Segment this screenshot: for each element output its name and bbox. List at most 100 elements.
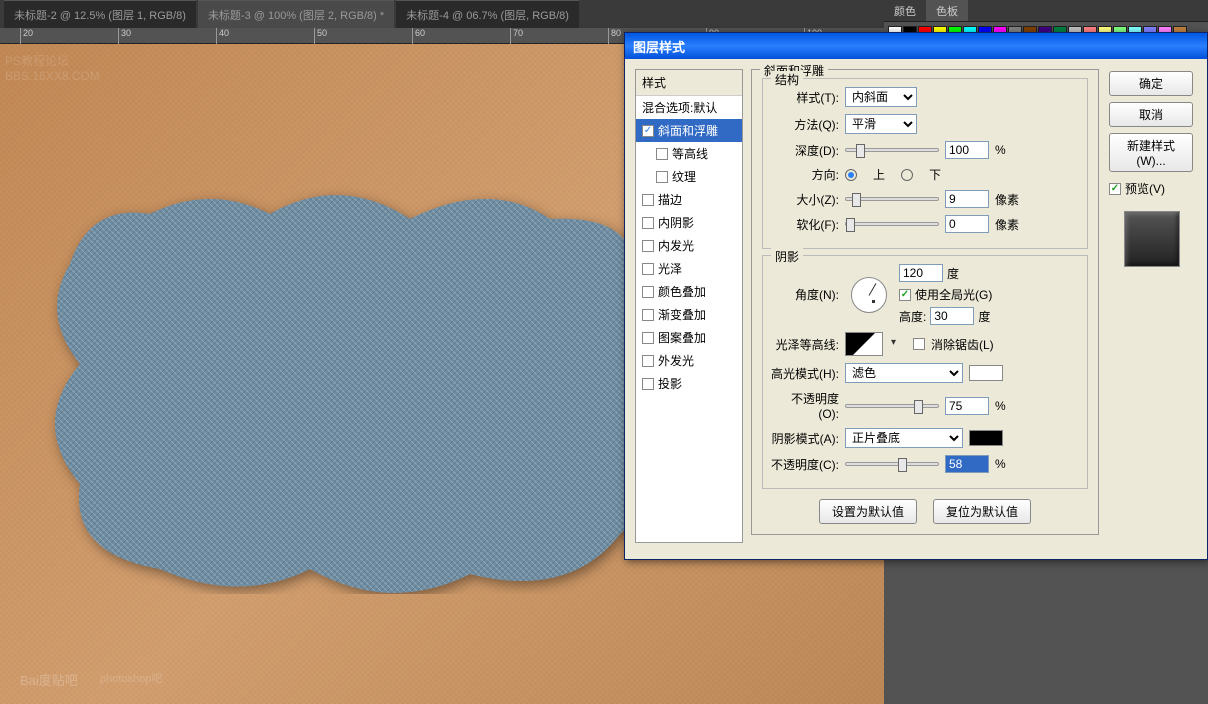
style-label: 颜色叠加 — [658, 283, 706, 300]
structure-title: 结构 — [771, 71, 803, 88]
style-item-光泽[interactable]: 光泽 — [636, 257, 742, 280]
style-combo[interactable]: 内斜面 — [845, 87, 917, 107]
style-label: 光泽 — [658, 260, 682, 277]
shadow-opacity-input[interactable] — [945, 455, 989, 473]
ruler-tick: 20 — [20, 28, 33, 44]
direction-up-label: 上 — [873, 166, 885, 183]
style-label: 内阴影 — [658, 214, 694, 231]
style-checkbox[interactable] — [642, 194, 654, 206]
tab-color[interactable]: 颜色 — [884, 0, 926, 21]
reset-default-button[interactable]: 复位为默认值 — [933, 499, 1031, 524]
altitude-label: 高度: — [899, 308, 926, 325]
dialog-right-column: 确定 取消 新建样式(W)... 预览(V) — [1107, 69, 1197, 543]
ok-button[interactable]: 确定 — [1109, 71, 1193, 96]
size-label: 大小(Z): — [771, 191, 839, 208]
style-item-图案叠加[interactable]: 图案叠加 — [636, 326, 742, 349]
shadow-opacity-label: 不透明度(C): — [771, 456, 839, 473]
global-light-check[interactable] — [899, 289, 911, 301]
new-style-button[interactable]: 新建样式(W)... — [1109, 133, 1193, 172]
preview-check[interactable] — [1109, 183, 1121, 195]
size-slider[interactable] — [845, 197, 939, 201]
style-checkbox[interactable] — [642, 217, 654, 229]
style-label: 投影 — [658, 375, 682, 392]
style-checkbox[interactable] — [642, 378, 654, 390]
styles-header[interactable]: 样式 — [636, 70, 742, 96]
altitude-input[interactable] — [930, 307, 974, 325]
blend-options-item[interactable]: 混合选项:默认 — [636, 96, 742, 119]
style-label: 斜面和浮雕 — [658, 122, 718, 139]
style-item-等高线[interactable]: 等高线 — [636, 142, 742, 165]
layer-style-dialog: 图层样式 样式 混合选项:默认 斜面和浮雕等高线纹理描边内阴影内发光光泽颜色叠加… — [624, 32, 1208, 560]
style-label: 样式(T): — [771, 89, 839, 106]
global-light-label: 使用全局光(G) — [915, 286, 992, 303]
style-checkbox[interactable] — [656, 148, 668, 160]
gloss-contour-picker[interactable] — [845, 332, 883, 356]
cancel-button[interactable]: 取消 — [1109, 102, 1193, 127]
depth-input[interactable] — [945, 141, 989, 159]
style-item-纹理[interactable]: 纹理 — [636, 165, 742, 188]
style-item-投影[interactable]: 投影 — [636, 372, 742, 395]
style-item-斜面和浮雕[interactable]: 斜面和浮雕 — [636, 119, 742, 142]
style-checkbox[interactable] — [642, 309, 654, 321]
settings-area: 斜面和浮雕 结构 样式(T): 内斜面 方法(Q): 平滑 深度(D): — [751, 69, 1099, 543]
document-tab[interactable]: 未标题-4 @ 06.7% (图层, RGB/8) — [396, 0, 579, 28]
angle-wheel[interactable] — [851, 277, 887, 313]
style-checkbox[interactable] — [642, 240, 654, 252]
shadow-color-swatch[interactable] — [969, 430, 1003, 446]
style-item-外发光[interactable]: 外发光 — [636, 349, 742, 372]
soften-unit: 像素 — [995, 216, 1019, 233]
direction-up-radio[interactable] — [845, 169, 857, 181]
styles-list: 样式 混合选项:默认 斜面和浮雕等高线纹理描边内阴影内发光光泽颜色叠加渐变叠加图… — [635, 69, 743, 543]
gloss-contour-label: 光泽等高线: — [771, 336, 839, 353]
depth-label: 深度(D): — [771, 142, 839, 159]
style-checkbox[interactable] — [642, 286, 654, 298]
size-unit: 像素 — [995, 191, 1019, 208]
watermark-top-left: PS教程论坛 BBS.16XX8.COM — [5, 52, 100, 83]
style-item-渐变叠加[interactable]: 渐变叠加 — [636, 303, 742, 326]
ruler-tick: 80 — [608, 28, 621, 44]
depth-slider[interactable] — [845, 148, 939, 152]
style-label: 纹理 — [672, 168, 696, 185]
ruler-tick: 30 — [118, 28, 131, 44]
make-default-button[interactable]: 设置为默认值 — [819, 499, 917, 524]
shadow-mode-combo[interactable]: 正片叠底 — [845, 428, 963, 448]
highlight-opacity-input[interactable] — [945, 397, 989, 415]
style-checkbox[interactable] — [642, 332, 654, 344]
highlight-mode-label: 高光模式(H): — [771, 365, 839, 382]
soften-input[interactable] — [945, 215, 989, 233]
highlight-mode-combo[interactable]: 滤色 — [845, 363, 963, 383]
dialog-title-bar[interactable]: 图层样式 — [625, 33, 1207, 59]
size-input[interactable] — [945, 190, 989, 208]
angle-label: 角度(N): — [771, 286, 839, 303]
angle-input[interactable] — [899, 264, 943, 282]
style-item-颜色叠加[interactable]: 颜色叠加 — [636, 280, 742, 303]
style-checkbox[interactable] — [642, 125, 654, 137]
shadow-mode-label: 阴影模式(A): — [771, 430, 839, 447]
style-item-描边[interactable]: 描边 — [636, 188, 742, 211]
style-checkbox[interactable] — [642, 263, 654, 275]
antialias-check[interactable] — [913, 338, 925, 350]
watermark-tieba: photoshop吧 — [100, 670, 162, 686]
soften-slider[interactable] — [845, 222, 939, 226]
document-tab[interactable]: 未标题-3 @ 100% (图层 2, RGB/8) * — [198, 0, 394, 28]
watermark-baidu: Bai度贴吧 — [20, 670, 78, 689]
ruler-tick: 40 — [216, 28, 229, 44]
direction-down-label: 下 — [929, 166, 941, 183]
style-label: 外发光 — [658, 352, 694, 369]
shadow-opacity-unit: % — [995, 457, 1006, 471]
document-tab[interactable]: 未标题-2 @ 12.5% (图层 1, RGB/8) — [4, 0, 196, 28]
ruler-tick: 70 — [510, 28, 523, 44]
style-item-内阴影[interactable]: 内阴影 — [636, 211, 742, 234]
ruler-tick: 60 — [412, 28, 425, 44]
highlight-opacity-label: 不透明度(O): — [771, 390, 839, 421]
highlight-opacity-slider[interactable] — [845, 404, 939, 408]
tab-swatches[interactable]: 色板 — [926, 0, 968, 21]
highlight-color-swatch[interactable] — [969, 365, 1003, 381]
style-checkbox[interactable] — [656, 171, 668, 183]
direction-down-radio[interactable] — [901, 169, 913, 181]
preview-label: 预览(V) — [1125, 180, 1165, 197]
technique-combo[interactable]: 平滑 — [845, 114, 917, 134]
style-item-内发光[interactable]: 内发光 — [636, 234, 742, 257]
style-checkbox[interactable] — [642, 355, 654, 367]
shadow-opacity-slider[interactable] — [845, 462, 939, 466]
